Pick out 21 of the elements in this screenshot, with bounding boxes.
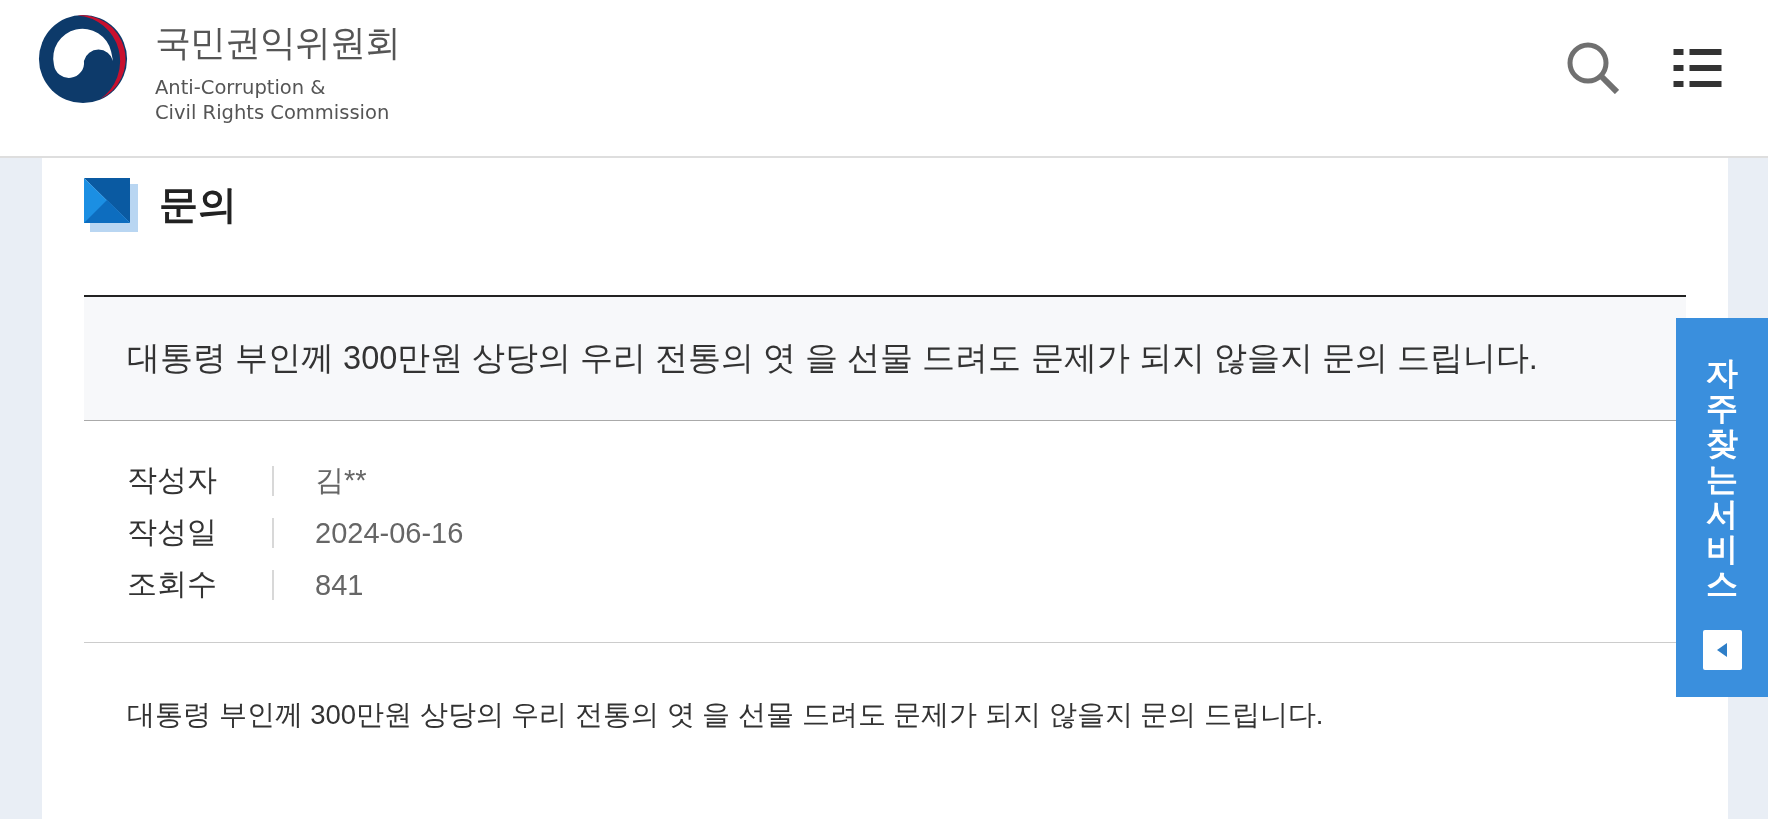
search-icon — [1567, 42, 1619, 94]
meta-value: 2024-06-16 — [315, 516, 464, 550]
page-title: 문의 — [159, 182, 237, 228]
org-name: 국민권익위원회 — [155, 21, 400, 65]
search-button[interactable] — [1567, 42, 1619, 94]
meta-label: 작성일 — [127, 514, 218, 550]
side-tab-label: 자주찾는 서비스 — [1706, 356, 1738, 603]
menu-button[interactable] — [1673, 49, 1722, 87]
post-subject: 대통령 부인께 300만원 상당의 우리 전통의 엿 을 선물 드려도 문제가 되지 않을지 문의 드립니다. — [127, 338, 1538, 378]
emblem-icon — [38, 14, 128, 104]
meta-label: 작성자 — [127, 462, 218, 498]
toggle-button[interactable] — [1702, 630, 1742, 670]
org-name-english: Anti-Corruption & — [155, 75, 327, 100]
org-name-english: Civil Rights Commission — [155, 100, 391, 125]
square-icon — [84, 178, 138, 232]
meta-value: 841 — [315, 568, 364, 602]
post-body: 대통령 부인께 300만원 상당의 우리 전통의 엿 을 선물 드려도 문제가 되지 않을지 문의 드립니다. — [127, 698, 1324, 732]
menu-icon — [1673, 49, 1722, 87]
meta-value: 김** — [315, 463, 367, 498]
left-triangle-icon — [1717, 643, 1727, 657]
meta-label: 조회수 — [127, 566, 218, 602]
